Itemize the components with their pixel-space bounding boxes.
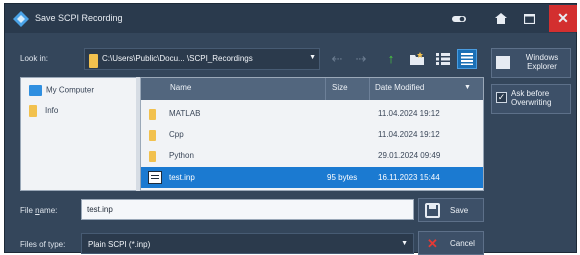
file-type-select[interactable]: Plain SCPI (*.inp) ▼ bbox=[81, 233, 414, 254]
chevron-down-icon: ▼ bbox=[309, 54, 316, 61]
file-date: 11.04.2024 19:12 bbox=[378, 109, 440, 118]
forward-arrow-icon[interactable]: ⇢ bbox=[351, 49, 371, 69]
dialog-title: Save SCPI Recording bbox=[35, 13, 123, 23]
place-my-computer[interactable]: My Computer bbox=[29, 85, 94, 96]
title-bar[interactable]: Save SCPI Recording ✕ bbox=[5, 4, 577, 33]
file-row-python[interactable]: Python 29.01.2024 09:49 bbox=[141, 145, 483, 166]
checkbox[interactable]: ✓ bbox=[496, 92, 507, 103]
file-row-matlab[interactable]: MATLAB 11.04.2024 19:12 bbox=[141, 103, 483, 124]
file-row-test-inp[interactable]: test.inp 95 bytes 16.11.2023 15:44 bbox=[141, 167, 483, 188]
cancel-button[interactable]: ✕ Cancel bbox=[418, 231, 484, 255]
file-list: Name Size Date Modified ▼ MATLAB 11.04.2… bbox=[140, 77, 484, 191]
save-dialog: Save SCPI Recording ✕ Look in: C:\Users\… bbox=[4, 3, 577, 255]
file-icon bbox=[148, 171, 162, 184]
place-label: My Computer bbox=[46, 85, 95, 95]
toggle-icon[interactable] bbox=[447, 8, 471, 30]
details-view-icon[interactable] bbox=[457, 49, 477, 69]
column-header-size[interactable]: Size bbox=[332, 83, 348, 92]
new-folder-icon[interactable] bbox=[407, 49, 427, 69]
look-in-combo[interactable]: C:\Users\Public\Docu... \SCPI_Recordings… bbox=[84, 48, 320, 70]
folder-icon bbox=[149, 130, 156, 141]
file-list-header: Name Size Date Modified ▼ bbox=[141, 78, 483, 100]
maximize-icon[interactable] bbox=[517, 8, 541, 30]
computer-icon bbox=[29, 85, 42, 96]
diamond-logo-icon bbox=[13, 11, 29, 27]
sort-descending-icon: ▼ bbox=[464, 84, 471, 91]
file-date: 29.01.2024 09:49 bbox=[378, 151, 441, 160]
cancel-x-icon: ✕ bbox=[427, 236, 438, 251]
file-type-label: Files of type: bbox=[20, 240, 66, 249]
places-panel: My Computer Info bbox=[20, 77, 137, 191]
windows-explorer-label: Windows Explorer bbox=[525, 53, 559, 71]
back-arrow-icon[interactable]: ⇠ bbox=[327, 49, 347, 69]
close-icon[interactable]: ✕ bbox=[549, 5, 577, 32]
file-date: 16.11.2023 15:44 bbox=[378, 173, 440, 182]
windows-explorer-button[interactable]: Windows Explorer bbox=[491, 48, 571, 78]
explorer-icon bbox=[496, 56, 510, 69]
file-size: 95 bytes bbox=[327, 173, 358, 182]
file-name: MATLAB bbox=[169, 109, 201, 118]
file-row-cpp[interactable]: Cpp 11.04.2024 19:12 bbox=[141, 124, 483, 145]
file-name: test.inp bbox=[169, 173, 195, 182]
save-disk-icon bbox=[425, 203, 440, 218]
folder-icon bbox=[89, 54, 98, 68]
cancel-label: Cancel bbox=[450, 239, 475, 248]
column-header-name[interactable]: Name bbox=[170, 83, 191, 92]
ask-before-overwriting-toggle[interactable]: ✓ Ask before Overwriting bbox=[491, 84, 571, 114]
up-folder-icon[interactable]: ↑ bbox=[381, 49, 401, 69]
folder-icon bbox=[29, 105, 37, 117]
column-divider[interactable] bbox=[325, 78, 326, 100]
file-type-value: Plain SCPI (*.inp) bbox=[88, 240, 151, 249]
file-name: Cpp bbox=[169, 130, 184, 139]
ask-before-overwriting-label: Ask before Overwriting bbox=[511, 89, 552, 107]
file-name-label: File name: bbox=[20, 206, 58, 215]
look-in-label: Look in: bbox=[20, 54, 49, 63]
column-divider[interactable] bbox=[369, 78, 370, 100]
column-header-date[interactable]: Date Modified bbox=[375, 83, 424, 92]
save-button[interactable]: Save bbox=[418, 198, 484, 222]
folder-icon bbox=[149, 109, 156, 120]
folder-icon bbox=[149, 151, 156, 162]
file-name: Python bbox=[169, 151, 194, 160]
file-name-input[interactable] bbox=[81, 199, 414, 220]
chevron-down-icon: ▼ bbox=[401, 240, 408, 247]
place-label: Info bbox=[45, 106, 59, 116]
home-icon[interactable] bbox=[489, 8, 513, 30]
save-label: Save bbox=[450, 206, 469, 215]
look-in-path: C:\Users\Public\Docu... \SCPI_Recordings bbox=[102, 54, 253, 63]
file-date: 11.04.2024 19:12 bbox=[378, 130, 440, 139]
place-info[interactable]: Info bbox=[29, 105, 58, 117]
list-view-icon[interactable] bbox=[433, 49, 453, 69]
